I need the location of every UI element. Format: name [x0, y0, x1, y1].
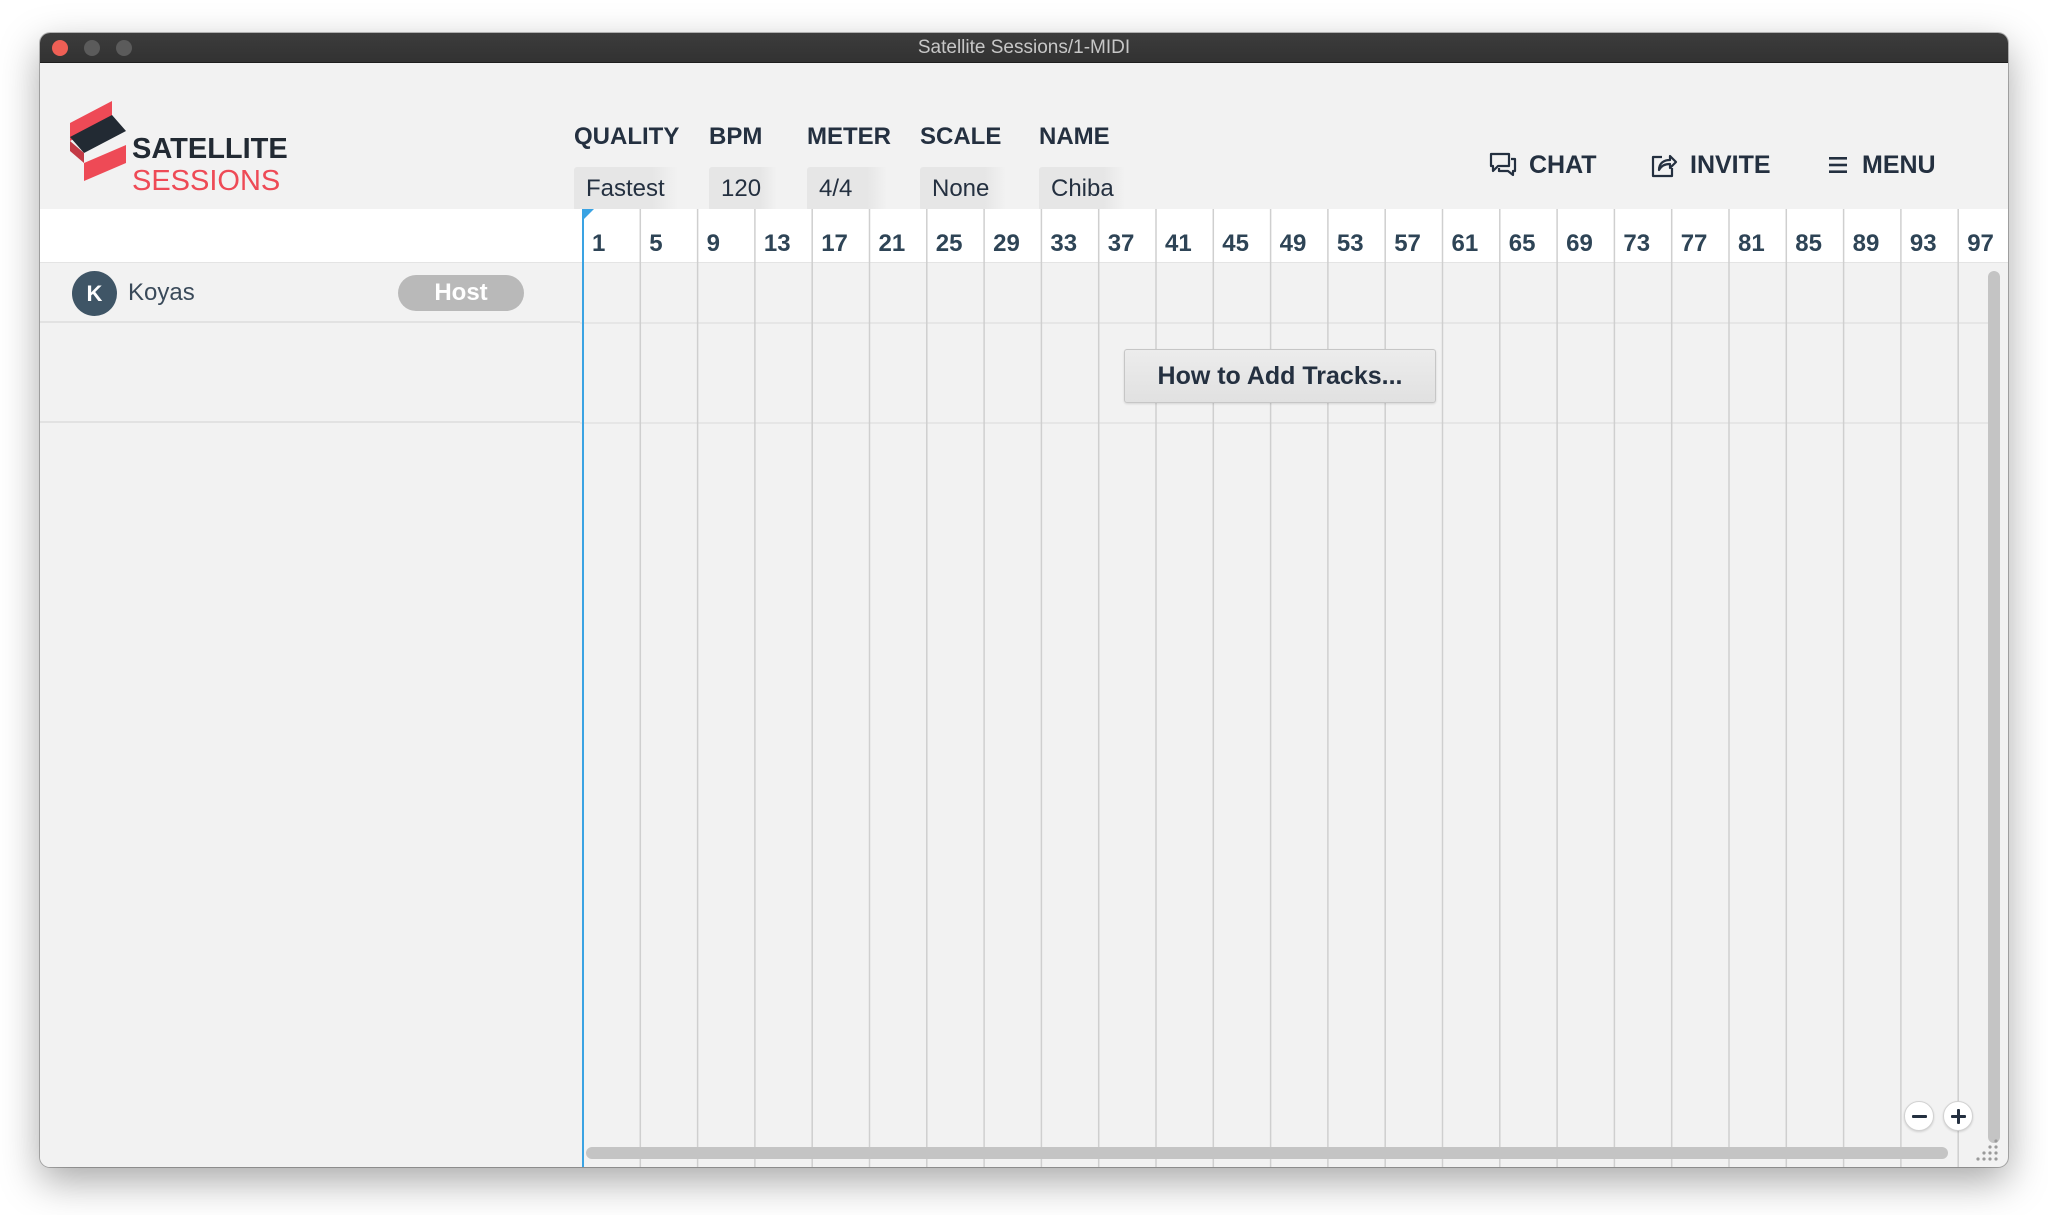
bar-number-label[interactable]: 77 — [1681, 230, 1708, 257]
bar-number-label[interactable]: 37 — [1108, 230, 1135, 257]
chat-icon — [1489, 152, 1517, 177]
bar-number-label[interactable]: 65 — [1509, 230, 1536, 257]
playhead-marker-icon[interactable] — [582, 209, 594, 221]
quality-select[interactable]: Fastest — [574, 167, 678, 211]
bar-number-label[interactable]: 25 — [936, 230, 963, 257]
host-badge: Host — [398, 275, 524, 311]
meter-label: METER — [807, 123, 891, 150]
bar-number-label[interactable]: 45 — [1222, 230, 1249, 257]
scale-select[interactable]: None — [920, 167, 1006, 211]
menu-button[interactable]: MENU — [1828, 147, 1936, 183]
name-label: NAME — [1039, 123, 1110, 150]
resize-grip-icon[interactable] — [1976, 1137, 2000, 1161]
how-to-add-tracks-button[interactable]: How to Add Tracks... — [1124, 349, 1436, 403]
avatar: K — [72, 271, 117, 316]
scale-field: SCALE None — [920, 123, 1006, 211]
horizontal-scrollbar[interactable] — [586, 1147, 1948, 1159]
invite-button[interactable]: INVITE — [1650, 147, 1771, 183]
name-field: NAME Chiba — [1039, 123, 1125, 211]
logo-text-satellite: SATELLITE — [132, 133, 288, 165]
bpm-label: BPM — [709, 123, 763, 150]
vertical-scrollbar[interactable] — [1988, 271, 2000, 1143]
window-title: Satellite Sessions/1-MIDI — [917, 37, 1131, 58]
menu-label: MENU — [1862, 150, 1936, 179]
bar-number-label[interactable]: 85 — [1795, 230, 1822, 257]
bar-number-label[interactable]: 21 — [879, 230, 906, 257]
bar-number-label[interactable]: 13 — [764, 230, 791, 257]
app-window: Satellite Sessions/1-MIDI SATELLITE SESS… — [40, 33, 2008, 1167]
meter-field: METER 4/4 — [807, 123, 891, 211]
empty-track-row — [40, 323, 580, 423]
share-icon — [1651, 154, 1678, 178]
bpm-field: BPM 120 — [709, 123, 777, 211]
bar-number-label[interactable]: 89 — [1853, 230, 1880, 257]
chat-button[interactable]: CHAT — [1489, 147, 1597, 183]
user-name: Koyas — [128, 279, 195, 306]
hamburger-icon — [1829, 157, 1847, 173]
bar-number-label[interactable]: 29 — [993, 230, 1020, 257]
bar-number-label[interactable]: 57 — [1394, 230, 1421, 257]
chat-label: CHAT — [1529, 150, 1597, 179]
playhead-line[interactable] — [582, 209, 584, 1167]
bar-number-label[interactable]: 33 — [1050, 230, 1077, 257]
session-name-input[interactable]: Chiba — [1039, 167, 1125, 211]
bar-number-label[interactable]: 61 — [1452, 230, 1479, 257]
bar-number-label[interactable]: 1 — [592, 230, 605, 257]
bar-number-label[interactable]: 9 — [707, 230, 720, 257]
meter-select[interactable]: 4/4 — [807, 167, 887, 211]
track-list-panel: K Koyas Host — [40, 263, 580, 1167]
zoom-in-button[interactable] — [1943, 1101, 1973, 1131]
bpm-input[interactable]: 120 — [709, 167, 777, 211]
bar-number-label[interactable]: 53 — [1337, 230, 1364, 257]
bar-number-label[interactable]: 93 — [1910, 230, 1937, 257]
bar-number-label[interactable]: 5 — [649, 230, 662, 257]
bar-number-label[interactable]: 49 — [1280, 230, 1307, 257]
bar-number-label[interactable]: 97 — [1967, 230, 1994, 257]
bar-number-label[interactable]: 73 — [1623, 230, 1650, 257]
bar-number-label[interactable]: 17 — [821, 230, 848, 257]
bar-number-label[interactable]: 81 — [1738, 230, 1765, 257]
zoom-out-button[interactable] — [1904, 1101, 1934, 1131]
invite-label: INVITE — [1690, 150, 1771, 179]
bar-number-label[interactable]: 69 — [1566, 230, 1593, 257]
logo-text-sessions: SESSIONS — [132, 165, 281, 197]
satellite-logo-icon — [70, 101, 126, 181]
quality-field: QUALITY Fastest — [574, 123, 679, 211]
scale-label: SCALE — [920, 123, 1002, 150]
bar-number-label[interactable]: 41 — [1165, 230, 1192, 257]
quality-label: QUALITY — [574, 123, 680, 150]
title-bar: Satellite Sessions/1-MIDI — [40, 33, 2008, 63]
user-row: K Koyas Host — [40, 263, 580, 323]
